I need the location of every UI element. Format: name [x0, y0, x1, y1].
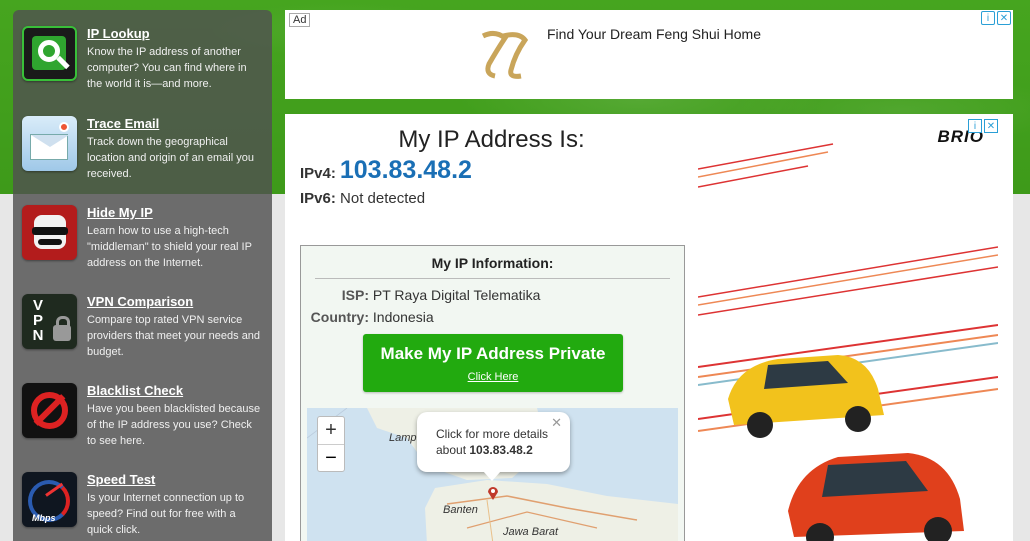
- adchoices: i ✕: [981, 11, 1011, 25]
- no-ip-icon: [22, 383, 77, 438]
- sidebar-item-ip-lookup[interactable]: IP Lookup Know the IP address of another…: [13, 14, 272, 103]
- sidebar-item-desc: Learn how to use a high-tech "middleman"…: [87, 225, 252, 269]
- popup-text: Click for more details: [436, 427, 549, 441]
- speedometer-icon: Mbps: [22, 472, 77, 527]
- sidebar-item-title[interactable]: VPN Comparison: [87, 294, 264, 309]
- sidebar-item-blacklist-check[interactable]: Blacklist Check Have you been blackliste…: [13, 370, 272, 459]
- isp-label: ISP:: [341, 287, 369, 303]
- main-panel: My IP Address Is: IPv4: 103.83.48.2 IPv6…: [285, 114, 1013, 541]
- divider: [315, 278, 670, 279]
- ad-close-icon[interactable]: ✕: [984, 119, 998, 133]
- disguise-icon: [22, 205, 77, 260]
- sidebar-item-vpn-comparison[interactable]: VPN VPN Comparison Compare top rated VPN…: [13, 281, 272, 370]
- country-value: Indonesia: [372, 309, 434, 325]
- isp-row: ISP: PT Raya Digital Telematika: [301, 287, 541, 303]
- make-ip-private-button[interactable]: Make My IP Address Private Click Here: [363, 334, 623, 392]
- advertiser-logo: [481, 30, 529, 79]
- info-title: My IP Information:: [431, 255, 554, 271]
- country-label: Country:: [310, 309, 369, 325]
- cta-link[interactable]: Click Here: [363, 371, 623, 383]
- ip-info-box: My IP Information: ISP: PT Raya Digital …: [300, 245, 685, 541]
- ipv6-label: IPv6:: [300, 190, 336, 207]
- sidebar: IP Lookup Know the IP address of another…: [13, 10, 272, 541]
- close-icon[interactable]: ✕: [551, 415, 562, 431]
- ad-label: Ad: [289, 13, 311, 27]
- car-yellow: [728, 355, 884, 438]
- sidebar-item-title[interactable]: Hide My IP: [87, 205, 264, 220]
- sidebar-item-trace-email[interactable]: Trace Email Track down the geographical …: [13, 103, 272, 192]
- ad-banner-top[interactable]: Ad Find Your Dream Feng Shui Home i ✕: [285, 10, 1013, 99]
- email-map-icon: [22, 116, 77, 171]
- sidebar-item-title[interactable]: Speed Test: [87, 472, 264, 487]
- ad-close-icon[interactable]: ✕: [997, 11, 1011, 25]
- country-row: Country: Indonesia: [301, 309, 434, 325]
- sidebar-item-hide-my-ip[interactable]: Hide My IP Learn how to use a high-tech …: [13, 192, 272, 281]
- ipv6-value: Not detected: [340, 190, 426, 207]
- map-label-region: Jawa Barat: [503, 526, 559, 538]
- ipv4-label: IPv4:: [300, 165, 336, 182]
- ad-info-icon[interactable]: i: [968, 119, 982, 133]
- sidebar-item-desc: Have you been blacklisted because of the…: [87, 403, 261, 447]
- adchoices: i ✕: [968, 119, 998, 133]
- magnifier-ip-icon: [22, 26, 77, 81]
- ipv4-row: IPv4: 103.83.48.2: [300, 156, 472, 185]
- isp-value: PT Raya Digital Telematika: [372, 287, 541, 303]
- ad-banner-right[interactable]: BRIO i ✕: [698, 119, 998, 541]
- location-pin-icon[interactable]: [487, 486, 499, 500]
- ad-headline[interactable]: Find Your Dream Feng Shui Home: [547, 26, 761, 42]
- ipv6-row: IPv6: Not detected: [300, 190, 425, 207]
- sidebar-item-title[interactable]: Blacklist Check: [87, 383, 264, 398]
- zoom-out-button[interactable]: −: [318, 444, 344, 471]
- page-title: My IP Address Is:: [398, 126, 585, 153]
- map-zoom-control: + −: [317, 416, 345, 472]
- sidebar-item-desc: Compare top rated VPN service providers …: [87, 314, 261, 358]
- popup-ip: 103.83.48.2: [469, 443, 533, 457]
- cta-label: Make My IP Address Private: [380, 344, 606, 363]
- ad-info-icon[interactable]: i: [981, 11, 995, 25]
- popup-prefix: about: [436, 443, 470, 457]
- sidebar-item-title[interactable]: IP Lookup: [87, 26, 264, 41]
- sidebar-item-desc: Know the IP address of another computer?…: [87, 46, 247, 90]
- vpn-lock-icon: VPN: [22, 294, 77, 349]
- location-map[interactable]: Lampung Banten Jawa Barat + − ✕ Click fo…: [307, 408, 678, 541]
- ad-car-artwork: [698, 143, 998, 541]
- car-red: [788, 453, 964, 541]
- map-popup[interactable]: ✕ Click for more details about 103.83.48…: [417, 412, 570, 481]
- ipv4-value: 103.83.48.2: [339, 156, 472, 184]
- map-label-region: Banten: [443, 504, 478, 516]
- sidebar-item-title[interactable]: Trace Email: [87, 116, 264, 131]
- zoom-in-button[interactable]: +: [318, 417, 344, 444]
- sidebar-item-speed-test[interactable]: Mbps Speed Test Is your Internet connect…: [13, 459, 272, 541]
- sidebar-item-desc: Is your Internet connection up to speed?…: [87, 492, 245, 536]
- sidebar-item-desc: Track down the geographical location and…: [87, 136, 254, 180]
